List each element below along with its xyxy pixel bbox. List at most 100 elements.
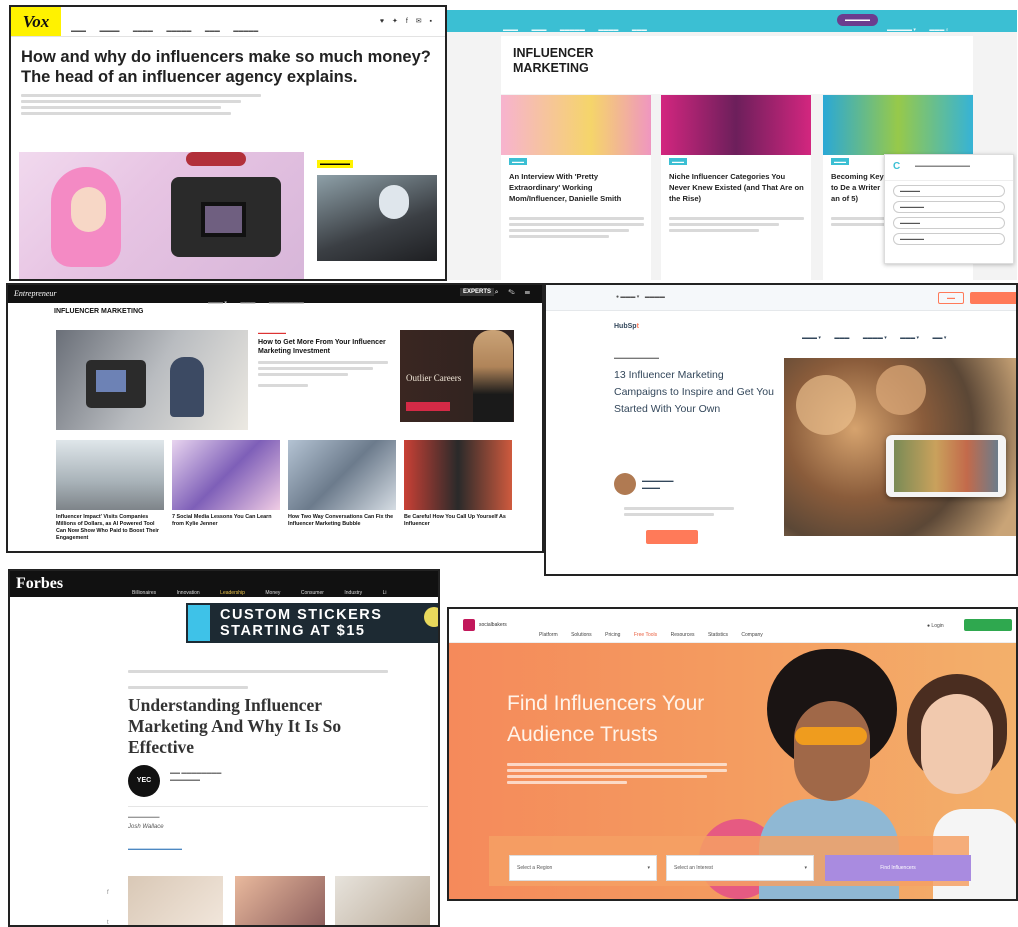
thumb-caption[interactable]: 7 Social Media Lessons You Can Learn fro… (172, 514, 282, 528)
vox-side-portrait (379, 185, 409, 219)
hub-menu: ▬▬▬ ▾ ▬▬▬ ▬▬▬▬ ▾ ▬▬▬ ▾ ▬▬ ▾ (802, 326, 955, 344)
social-icons[interactable]: ♥ ✦ f ✉ ▪ (380, 17, 435, 25)
sb-nav-item[interactable]: Company (741, 632, 762, 638)
vox-nav-item[interactable]: ▬▬▬▬ (99, 28, 119, 34)
author-name[interactable]: ▬▬▬▬▬▬▬ ▬▬▬▬ (642, 477, 674, 491)
blog-card[interactable]: ▬▬▬ An Interview With 'Pretty Extraordin… (501, 95, 651, 280)
card-title[interactable]: Niche Influencer Categories You Never Kn… (669, 171, 804, 204)
ent-feature-image[interactable] (56, 330, 248, 430)
interest-select-label: Select an Interest (674, 865, 713, 871)
ent-feature-label: ▬▬▬▬▬▬▬ (258, 330, 286, 335)
blog-nav-item[interactable]: ▬▬▬▬ (598, 27, 618, 33)
vox-headline[interactable]: How and why do influencers make so much … (21, 47, 441, 87)
blog-nav-item[interactable]: ▬▬▬ (503, 27, 518, 33)
blog-nav-item[interactable]: ▬▬▬ (531, 27, 546, 33)
language-selector[interactable]: ● ▬▬▬ ▾ ▬▬▬▬ (616, 294, 665, 300)
hubspot-logo[interactable]: HubSpt (614, 323, 639, 330)
divider (128, 806, 428, 807)
region-select[interactable]: Select a Region ▾ (509, 855, 657, 881)
author-avatar[interactable]: YEC (128, 765, 160, 797)
vox-side-image[interactable] (317, 175, 437, 261)
thumb-caption[interactable]: Influencer Impact' Visits Companies Mill… (56, 514, 166, 542)
hub-article-title[interactable]: 13 Influencer Marketing Campaigns to Ins… (614, 367, 774, 418)
forbes-logo[interactable]: Forbes (16, 575, 63, 593)
ent-logo[interactable]: Entrepreneur (14, 289, 57, 298)
subscribe-button[interactable]: ▬▬▬▬▬ (837, 14, 878, 26)
hub-menu-item[interactable]: ▬▬▬ (834, 335, 849, 341)
forbes-nav-item[interactable]: Industry (344, 590, 362, 596)
card-title[interactable]: An Interview With 'Pretty Extraordinary'… (509, 171, 644, 204)
chat-option[interactable]: ▬▬▬▬▬ (893, 217, 1005, 229)
blog-nav-item[interactable]: ▬▬▬▬▬ ▾ (887, 27, 916, 33)
hub-menu-item[interactable]: ▬▬▬▬ ▾ (863, 335, 887, 341)
sb-nav-item[interactable]: Platform (539, 632, 558, 638)
sb-login-link[interactable]: ● Login (927, 623, 944, 629)
interest-select[interactable]: Select an Interest ▾ (666, 855, 814, 881)
search-icon[interactable]: ⌕ ✎ ☰ (495, 289, 534, 297)
sb-nav-item-active[interactable]: Free Tools (634, 632, 657, 638)
influencer-blog-screenshot: ▬▬▬ ▬▬▬ ▬▬▬▬▬ ▬▬▬▬ ▬▬▬ ▬▬▬▬▬ ▬▬▬▬▬ ▾ ▬▬▬… (447, 10, 1017, 280)
blog-nav-item[interactable]: ▬▬▬▬▬ (560, 27, 585, 33)
sb-nav-item[interactable]: Statistics (708, 632, 728, 638)
forbes-nav-item[interactable]: Leadership (220, 590, 245, 596)
thumb-image[interactable] (56, 440, 164, 510)
chat-option[interactable]: ▬▬▬▬▬▬ (893, 233, 1005, 245)
search-icon[interactable]: ▬▬▬ ⌕ (929, 27, 948, 33)
vox-nav-item[interactable]: ▬▬▬▬▬ (166, 28, 191, 34)
hub-menu-item[interactable]: ▬▬ ▾ (933, 335, 947, 341)
find-influencers-button[interactable]: Find Influencers (825, 855, 971, 881)
hubspot-logo-suffix: t (636, 323, 639, 330)
experts-badge[interactable]: EXPERTS (459, 288, 494, 296)
sb-nav-item[interactable]: Resources (671, 632, 695, 638)
chevron-down-icon: ▾ (804, 865, 807, 871)
ent-feature-title[interactable]: How to Get More From Your Influencer Mar… (258, 338, 393, 356)
article-photo (235, 876, 325, 925)
thumb-image[interactable] (288, 440, 396, 510)
hub-download-button[interactable] (646, 530, 698, 544)
card-title[interactable]: Becoming Keys to De a Writer an of 5) (831, 171, 889, 204)
vox-nav-item[interactable]: ▬▬▬▬▬ (233, 28, 258, 34)
thumb-image[interactable] (404, 440, 512, 510)
thumb-image[interactable] (172, 440, 280, 510)
author-info[interactable]: ▬▬ ▬▬▬▬▬▬▬▬ ▬▬▬▬▬▬ (170, 770, 221, 784)
thumb-caption[interactable]: Be Careful How You Call Up Yourself As I… (404, 514, 514, 528)
forbes-link[interactable]: ▬▬▬▬▬▬▬▬▬▬▬▬ (128, 846, 182, 851)
chat-option[interactable]: ▬▬▬▬▬ (893, 185, 1005, 197)
sb-nav-item[interactable]: Solutions (571, 632, 592, 638)
phone-screen (894, 440, 998, 492)
share-icons[interactable]: ft (107, 878, 109, 925)
socialbakers-screenshot: socialbakers Platform Solutions Pricing … (447, 607, 1018, 901)
forbes-nav-item[interactable]: Billionaires (132, 590, 156, 596)
thumb-caption[interactable]: How Two Way Conversations Can Fix the In… (288, 514, 398, 528)
vox-logo[interactable]: Vox (11, 7, 61, 36)
forbes-screenshot: Forbes Billionaires Innovation Leadershi… (8, 569, 440, 927)
vox-nav-item[interactable]: ▬▬▬▬ (133, 28, 153, 34)
hub-login-button[interactable]: ▬▬ (938, 292, 964, 304)
ad-button[interactable] (406, 402, 450, 411)
ent-nav-item[interactable]: ▬▬▬ (240, 300, 255, 306)
forbes-nav-item[interactable]: Money (265, 590, 280, 596)
hub-cta-button[interactable] (970, 292, 1016, 304)
socialbakers-logo[interactable]: socialbakers (479, 622, 507, 628)
editor-name: Josh Wallace (128, 824, 164, 830)
sb-trial-button[interactable] (964, 619, 1012, 631)
socialbakers-logo-icon[interactable] (463, 619, 475, 631)
card-tag: ▬▬▬ (831, 158, 849, 165)
vox-nav-item[interactable]: ▬▬▬ (71, 28, 86, 34)
chat-option[interactable]: ▬▬▬▬▬▬ (893, 201, 1005, 213)
ent-nav-item[interactable]: ▬▬▬ ▾ (208, 300, 227, 306)
hub-menu-item[interactable]: ▬▬▬ ▾ (802, 335, 821, 341)
sb-nav-item[interactable]: Pricing (605, 632, 620, 638)
blog-card[interactable]: ▬▬▬ Niche Influencer Categories You Neve… (661, 95, 811, 280)
vox-nav-item[interactable]: ▬▬▬ (205, 28, 220, 34)
forbes-nav-item[interactable]: Innovation (177, 590, 200, 596)
forbes-nav-item[interactable]: Li (383, 590, 387, 596)
ent-nav-item[interactable]: ▬▬▬▬▬▬▬ (269, 300, 304, 306)
blog-right-nav: ▬▬▬▬▬ ▾ ▬▬▬ ⌕ (887, 18, 958, 36)
forbes-nav-item[interactable]: Consumer (301, 590, 324, 596)
hubspot-screenshot: ● ▬▬▬ ▾ ▬▬▬▬ ▬▬ HubSpt ▬▬▬ ▾ ▬▬▬ ▬▬▬▬ ▾ … (544, 283, 1018, 576)
login-label: Login (931, 623, 944, 629)
blog-nav-item[interactable]: ▬▬▬ (632, 27, 647, 33)
vox-dek (21, 94, 271, 118)
hub-menu-item[interactable]: ▬▬▬ ▾ (900, 335, 919, 341)
